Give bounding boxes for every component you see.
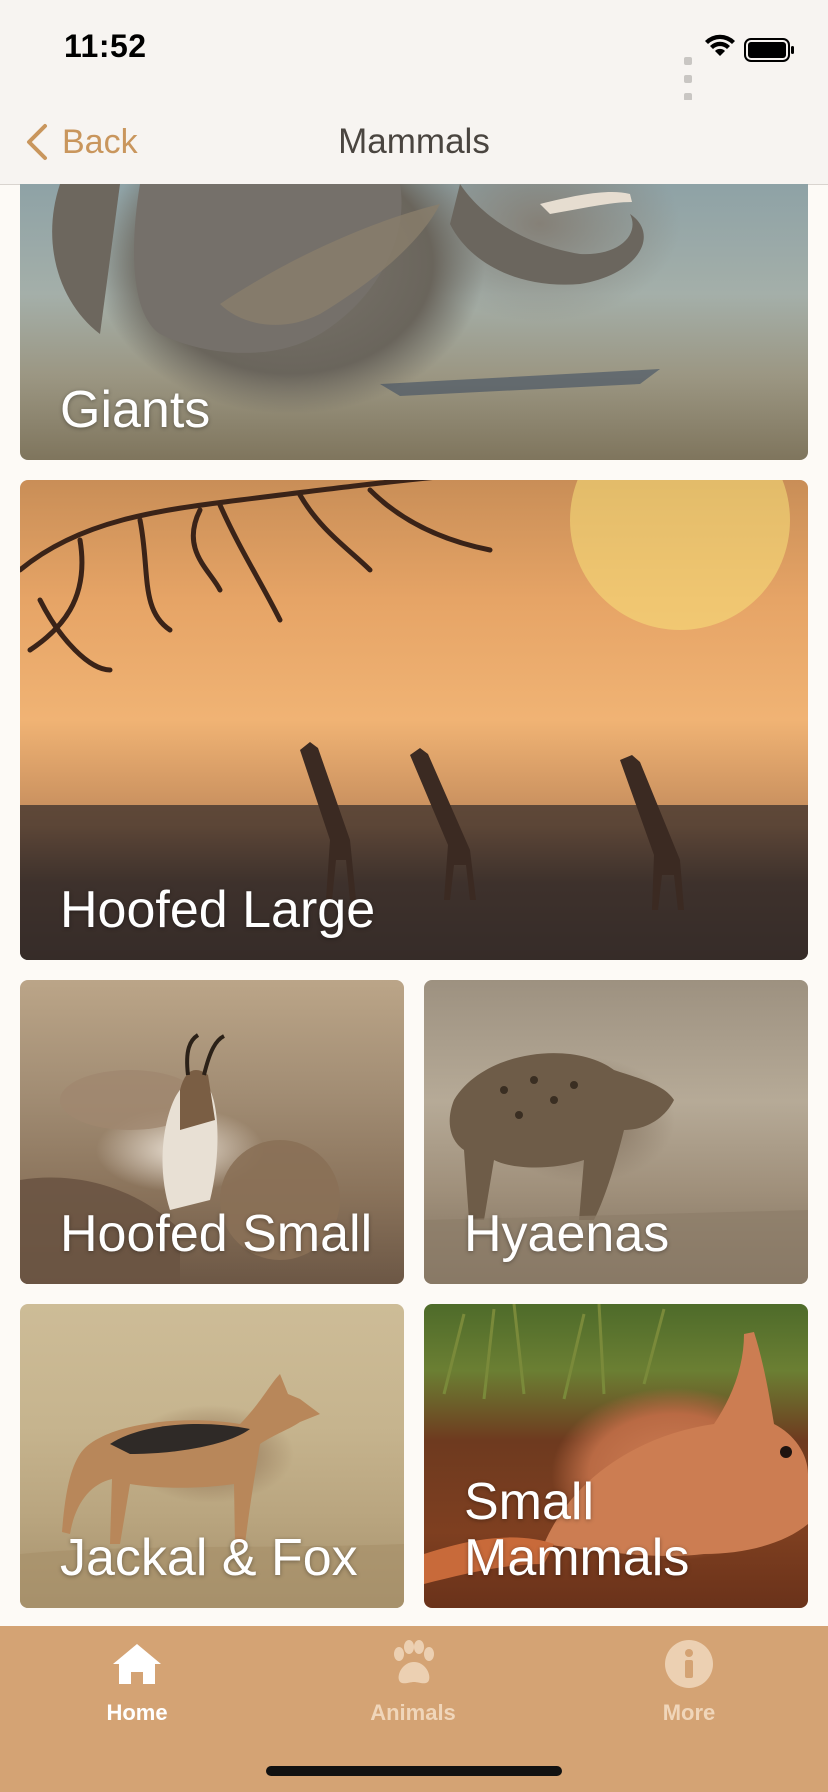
wifi-icon (705, 34, 735, 56)
home-icon (37, 1636, 237, 1692)
navigation-bar: Back Mammals (0, 100, 828, 185)
card-label: Jackal & Fox (60, 1529, 358, 1587)
page-title: Mammals (338, 122, 490, 161)
status-time: 11:52 (64, 28, 147, 64)
card-label: Hoofed Large (60, 881, 376, 939)
category-card-hyaenas[interactable]: Hyaenas (424, 980, 808, 1284)
tab-animals[interactable]: Animals (313, 1636, 513, 1726)
category-card-giants[interactable]: Giants (20, 184, 808, 460)
info-icon (589, 1636, 789, 1692)
category-card-hoofed-large[interactable]: Hoofed Large (20, 480, 808, 960)
tab-label: Animals (370, 1700, 456, 1725)
tab-home[interactable]: Home (37, 1636, 237, 1726)
status-bar: 11:52 (0, 0, 828, 119)
category-card-hoofed-small[interactable]: Hoofed Small (20, 980, 404, 1284)
category-card-small-mammals[interactable]: Small Mammals (424, 1304, 808, 1608)
card-label: Giants (60, 381, 211, 439)
category-card-jackal-fox[interactable]: Jackal & Fox (20, 1304, 404, 1608)
card-label: Small Mammals (464, 1473, 690, 1587)
card-label: Hoofed Small (60, 1205, 373, 1263)
tab-label: More (662, 1700, 716, 1725)
tab-more[interactable]: More (589, 1636, 789, 1726)
battery-icon (744, 38, 794, 62)
tab-label: Home (106, 1700, 168, 1725)
home-indicator[interactable] (266, 1766, 562, 1776)
card-label: Hyaenas (464, 1205, 670, 1263)
paw-icon (313, 1636, 513, 1692)
